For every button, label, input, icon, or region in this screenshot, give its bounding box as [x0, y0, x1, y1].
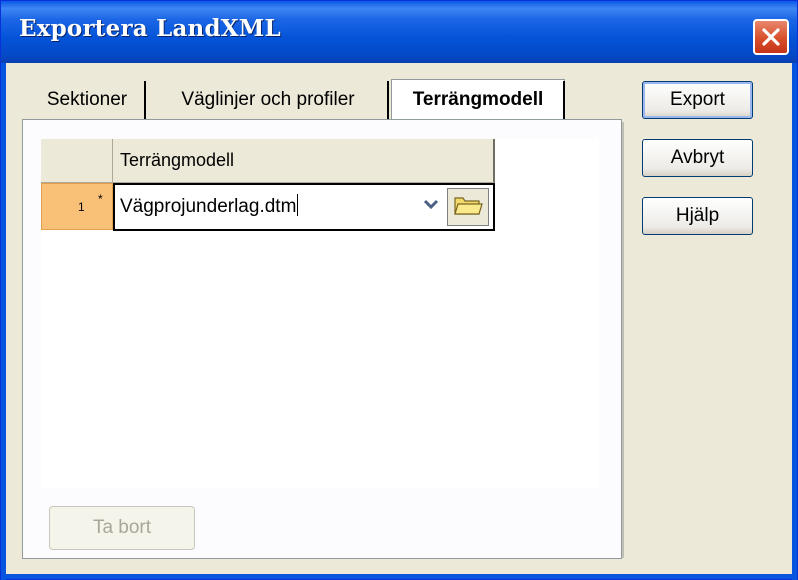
- column-header-terrangmodell[interactable]: Terrängmodell: [113, 139, 495, 183]
- tab-terrangmodell[interactable]: Terrängmodell: [391, 79, 565, 119]
- window-frame-left: [1, 63, 6, 580]
- chevron-down-icon: [423, 198, 439, 216]
- browse-folder-button[interactable]: [447, 188, 489, 226]
- dialog-title: Exportera LandXML: [19, 15, 281, 42]
- delete-button[interactable]: Ta bort: [49, 506, 195, 550]
- window-frame-right: [792, 63, 797, 580]
- cancel-button[interactable]: Avbryt: [642, 139, 753, 177]
- window-frame-bottom: [1, 574, 797, 579]
- grid-corner-header[interactable]: [41, 139, 113, 183]
- row-number: 1: [78, 200, 85, 214]
- help-button[interactable]: Hjälp: [642, 197, 753, 235]
- export-button[interactable]: Export: [642, 81, 753, 119]
- dialog-window: Exportera LandXML Sektioner Väglinjer oc…: [0, 0, 798, 580]
- close-icon: [760, 26, 782, 48]
- new-row-marker: *: [98, 192, 103, 206]
- close-button[interactable]: [753, 19, 789, 55]
- tab-vaglinjer-och-profiler[interactable]: Väglinjer och profiler: [157, 79, 379, 121]
- tab-divider: [387, 81, 389, 119]
- terrain-model-input[interactable]: Vägprojunderlag.dtm: [120, 194, 299, 218]
- row-header[interactable]: 1 *: [41, 183, 113, 230]
- tab-sektioner[interactable]: Sektioner: [31, 79, 143, 121]
- folder-open-icon: [453, 193, 483, 222]
- terrain-model-value: Vägprojunderlag.dtm: [120, 196, 297, 217]
- tab-divider: [563, 81, 565, 119]
- terrain-model-dropdown-button[interactable]: [415, 190, 447, 224]
- tab-divider: [144, 81, 146, 119]
- text-caret: [297, 194, 299, 216]
- title-bar[interactable]: Exportera LandXML: [1, 1, 797, 63]
